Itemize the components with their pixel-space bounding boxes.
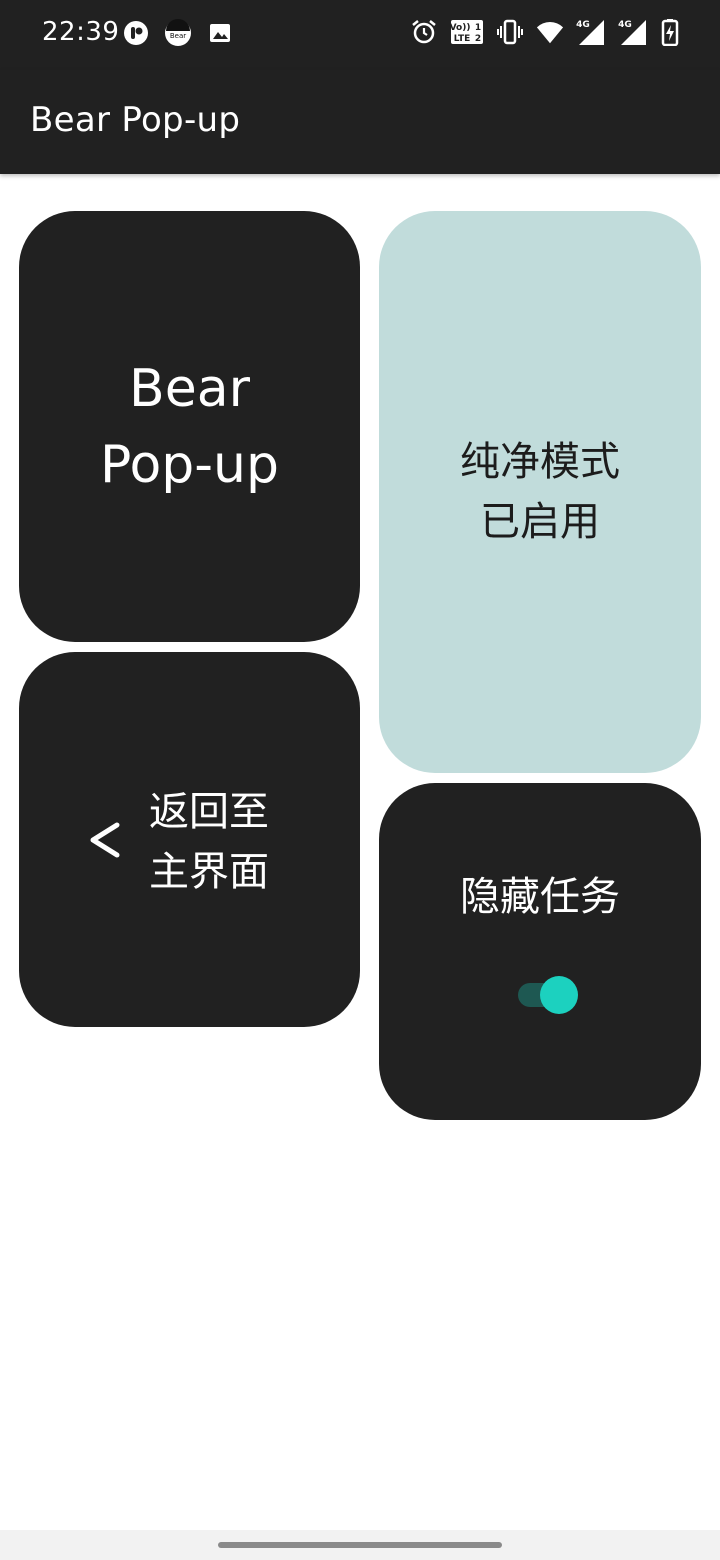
sim2-label: 2 — [475, 34, 481, 44]
brand-line2: Pop-up — [99, 434, 280, 495]
signal-4g-icon: 4G — [576, 18, 606, 46]
pure-mode-label: 纯净模式 已启用 — [460, 432, 620, 552]
page-title: Bear Pop-up — [30, 100, 241, 140]
hide-task-tile: 隐藏任务 — [379, 783, 701, 1120]
volte-line1: Vo)) — [450, 23, 470, 33]
hide-task-toggle[interactable] — [518, 976, 580, 1014]
hide-task-label: 隐藏任务 — [460, 874, 620, 920]
bear-icon-text: Bear — [170, 32, 186, 40]
toggle-thumb — [540, 976, 578, 1014]
back-to-home-label: 返回至 主界面 — [149, 782, 269, 902]
image-icon — [206, 19, 234, 47]
wifi-icon — [536, 18, 564, 46]
alarm-icon — [410, 18, 438, 46]
signal-4g-icon: 4G — [618, 18, 648, 46]
net2-label: 4G — [618, 20, 632, 30]
status-time: 22:39 — [42, 17, 120, 47]
pure-mode-line1: 纯净模式 — [460, 439, 620, 485]
navigation-bar — [0, 1530, 720, 1560]
sim1-label: 1 — [475, 23, 481, 33]
back-to-home-button[interactable]: 返回至 主界面 — [19, 652, 360, 1027]
app-bar: Bear Pop-up — [0, 70, 720, 174]
pure-mode-line2: 已启用 — [480, 499, 600, 545]
chevron-left-icon — [87, 820, 123, 864]
brand-line1: Bear — [129, 358, 250, 419]
brand-label: Bear Pop-up — [100, 351, 279, 503]
pure-mode-tile[interactable]: 纯净模式 已启用 — [379, 211, 701, 773]
status-bar: 22:39 Bear Vo)) LTE 1 2 4G 4G — [0, 0, 720, 70]
net1-label: 4G — [576, 20, 590, 30]
status-system-icons: Vo)) LTE 1 2 4G 4G — [410, 18, 680, 46]
app-notification-icon — [122, 19, 150, 47]
back-line2: 主界面 — [149, 849, 269, 895]
status-notification-icons: Bear — [122, 19, 234, 47]
bear-app-icon: Bear — [164, 19, 192, 47]
vibrate-icon — [496, 18, 524, 46]
volte-line2: LTE — [454, 34, 471, 44]
brand-tile: Bear Pop-up — [19, 211, 360, 642]
volte-icon: Vo)) LTE 1 2 — [450, 18, 484, 46]
battery-charging-icon — [660, 18, 680, 46]
home-gesture-handle[interactable] — [218, 1542, 502, 1548]
back-line1: 返回至 — [149, 789, 269, 835]
